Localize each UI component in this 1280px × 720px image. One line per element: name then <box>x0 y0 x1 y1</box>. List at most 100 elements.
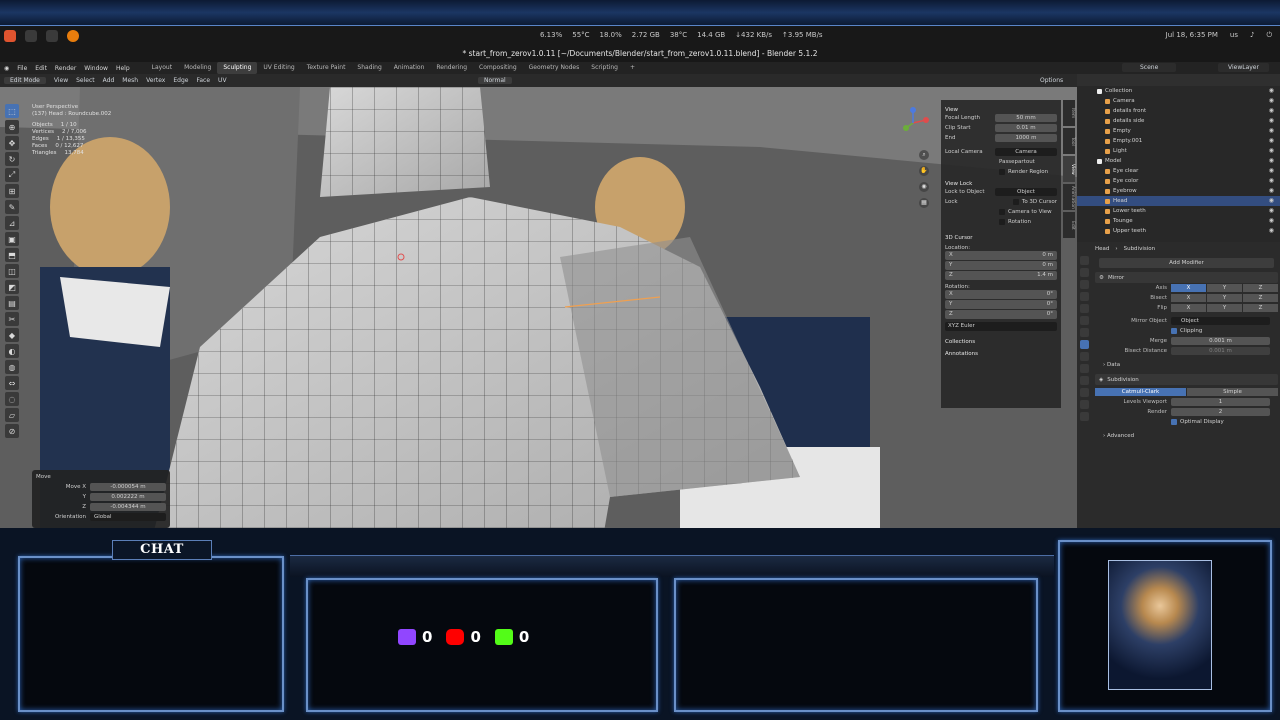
scene-selector[interactable]: Scene <box>1122 63 1177 72</box>
data-props-icon[interactable] <box>1079 388 1089 397</box>
add-modifier-button[interactable]: Add Modifier <box>1099 258 1274 268</box>
particles-props-icon[interactable] <box>1079 352 1089 361</box>
annotations-section-title[interactable]: Annotations <box>945 351 1057 357</box>
cursor-tool-icon[interactable]: ⊕ <box>5 120 19 134</box>
local-camera-field[interactable]: Camera <box>995 148 1057 156</box>
menu-edit[interactable]: Edit <box>31 65 51 72</box>
brave-icon[interactable] <box>4 30 16 42</box>
workspace-tab[interactable]: Scripting <box>585 62 624 74</box>
flip-z[interactable]: Z <box>1243 304 1278 312</box>
clock[interactable]: Jul 18, 6:35 PM <box>1166 31 1218 40</box>
axis-y[interactable]: Y <box>1207 284 1242 292</box>
visibility-eye-icon[interactable]: ◉ <box>1269 166 1274 176</box>
header-menu-add[interactable]: Add <box>103 77 115 84</box>
rotate-tool-icon[interactable]: ↻ <box>5 152 19 166</box>
visibility-eye-icon[interactable]: ◉ <box>1269 126 1274 136</box>
collections-section-title[interactable]: Collections <box>945 339 1057 345</box>
cursor-section-title[interactable]: 3D Cursor <box>945 235 1057 241</box>
workspace-tab[interactable]: UV Editing <box>257 62 300 74</box>
texture-props-icon[interactable] <box>1079 412 1089 421</box>
visibility-eye-icon[interactable]: ◉ <box>1269 216 1274 226</box>
workspace-tab[interactable]: Texture Paint <box>301 62 352 74</box>
material-props-icon[interactable] <box>1079 400 1089 409</box>
view-layer-props-icon[interactable] <box>1079 292 1089 301</box>
flip-toggle[interactable]: XYZ <box>1171 304 1278 312</box>
render-region-check[interactable]: Render Region <box>999 167 1057 177</box>
outliner-item[interactable]: Eyebrow ◉ <box>1077 186 1280 196</box>
rotation-lock-check[interactable]: Rotation <box>999 217 1057 227</box>
knife-tool-icon[interactable]: ✂ <box>5 312 19 326</box>
header-menu-mesh[interactable]: Mesh <box>122 77 138 84</box>
scene-props-icon[interactable] <box>1079 304 1089 313</box>
menu-window[interactable]: Window <box>80 65 112 72</box>
tool-props-icon[interactable] <box>1079 256 1089 265</box>
mode-selector[interactable]: Edit Mode <box>4 77 46 84</box>
workspace-tab[interactable]: Shading <box>351 62 387 74</box>
tab-item[interactable]: Item <box>1063 100 1075 126</box>
outliner-item[interactable]: Eye color ◉ <box>1077 176 1280 186</box>
workspace-tab-active[interactable]: Sculpting <box>217 62 258 74</box>
cursor-y-field[interactable]: Y0 m <box>945 261 1057 270</box>
outliner-item[interactable]: Empty ◉ <box>1077 126 1280 136</box>
workspace-tab[interactable]: Animation <box>388 62 431 74</box>
levels-field[interactable]: 1 <box>1171 398 1270 406</box>
bisect-z[interactable]: Z <box>1243 294 1278 302</box>
operator-title[interactable]: Move <box>36 472 166 482</box>
visibility-eye-icon[interactable]: ◉ <box>1269 136 1274 146</box>
tab-animation[interactable]: Animation <box>1063 184 1075 210</box>
catmull-clark-option[interactable]: Catmull-Clark <box>1095 388 1186 396</box>
mirror-object-field[interactable]: Object <box>1171 317 1270 325</box>
merge-field[interactable]: 0.001 m <box>1171 337 1270 345</box>
visibility-eye-icon[interactable]: ◉ <box>1269 116 1274 126</box>
shear-tool-icon[interactable]: ▱ <box>5 408 19 422</box>
visibility-eye-icon[interactable]: ◉ <box>1269 226 1274 236</box>
mirror-modifier-header[interactable]: ⚙ Mirror <box>1095 272 1278 283</box>
outliner-item[interactable]: Model ◉ <box>1077 156 1280 166</box>
outliner-item[interactable]: Empty.001 ◉ <box>1077 136 1280 146</box>
orientation-field[interactable]: Global <box>90 513 166 521</box>
subdiv-type-toggle[interactable]: Catmull-Clark Simple <box>1095 388 1278 396</box>
cursor-rot-y-field[interactable]: Y 0° <box>945 300 1057 309</box>
optimal-display-check[interactable]: Optimal Display <box>1171 419 1224 425</box>
output-props-icon[interactable] <box>1079 280 1089 289</box>
workspace-tab[interactable]: Rendering <box>430 62 473 74</box>
bisect-toggle[interactable]: XYZ <box>1171 294 1278 302</box>
header-menu-uv[interactable]: UV <box>218 77 227 84</box>
axis-x[interactable]: X <box>1171 284 1206 292</box>
annotate-tool-icon[interactable]: ✎ <box>5 200 19 214</box>
orientation-selector[interactable]: Normal <box>478 77 512 84</box>
move-tool-icon[interactable]: ✥ <box>5 136 19 150</box>
visibility-eye-icon[interactable]: ◉ <box>1269 176 1274 186</box>
header-menu-face[interactable]: Face <box>196 77 210 84</box>
world-props-icon[interactable] <box>1079 316 1089 325</box>
volume-icon[interactable]: ♪ <box>1250 31 1254 40</box>
bisect-distance-field[interactable]: 0.001 m <box>1171 347 1270 355</box>
header-menu-select[interactable]: Select <box>76 77 95 84</box>
zoom-icon[interactable]: ⌕ <box>919 150 929 160</box>
simple-option[interactable]: Simple <box>1187 388 1278 396</box>
flip-x[interactable]: X <box>1171 304 1206 312</box>
workspace-tab[interactable]: Compositing <box>473 62 523 74</box>
menu-file[interactable]: File <box>13 65 31 72</box>
clip-start-field[interactable]: 0.01 m <box>995 124 1057 132</box>
constraints-props-icon[interactable] <box>1079 376 1089 385</box>
workspace-tab[interactable]: Layout <box>146 62 178 74</box>
add-workspace-button[interactable]: + <box>624 62 641 74</box>
files-icon[interactable] <box>25 30 37 42</box>
cursor-z-field[interactable]: Z 1.4 m <box>945 271 1057 280</box>
lock-object-field[interactable]: Object <box>995 188 1057 196</box>
outliner-item[interactable]: Lower teeth ◉ <box>1077 206 1280 216</box>
tab-tool[interactable]: Tool <box>1063 128 1075 154</box>
visibility-eye-icon[interactable]: ◉ <box>1269 146 1274 156</box>
passepartout-check[interactable]: Passepartout <box>999 157 1057 167</box>
transform-tool-icon[interactable]: ⊞ <box>5 184 19 198</box>
object-props-icon[interactable] <box>1079 328 1089 337</box>
visibility-eye-icon[interactable]: ◉ <box>1269 186 1274 196</box>
options-button[interactable]: Options <box>1040 77 1063 84</box>
visibility-eye-icon[interactable]: ◉ <box>1269 106 1274 116</box>
workspace-tab[interactable]: Geometry Nodes <box>523 62 586 74</box>
outliner-item[interactable]: details side ◉ <box>1077 116 1280 126</box>
clip-end-field[interactable]: 1000 m <box>995 134 1057 142</box>
pan-hand-icon[interactable]: ✋ <box>919 166 929 176</box>
move-x-field[interactable]: -0.000054 m <box>90 483 166 491</box>
